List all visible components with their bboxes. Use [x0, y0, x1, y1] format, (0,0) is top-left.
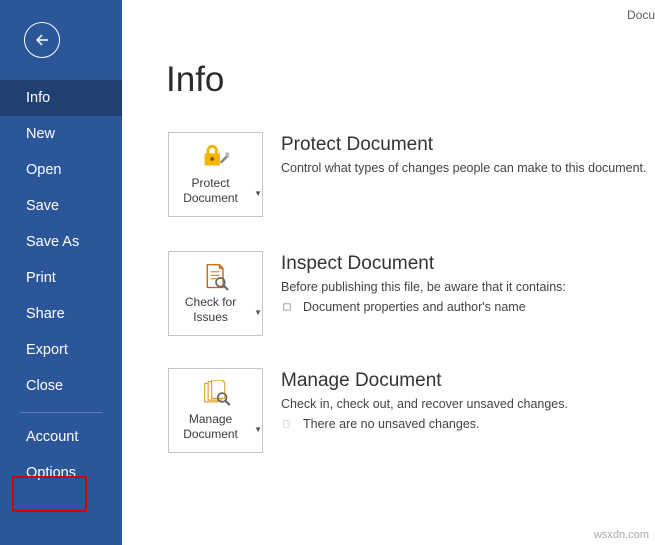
- nav-label: Print: [26, 270, 56, 286]
- nav-label: Close: [26, 378, 63, 394]
- nav-item-options[interactable]: Options: [0, 455, 122, 491]
- nav-label: Save: [26, 198, 59, 214]
- bullet-row: There are no unsaved changes.: [281, 417, 568, 431]
- card-label: Protect Document ▼: [169, 176, 262, 206]
- nav-label: Share: [26, 306, 65, 322]
- bullet-text: Document properties and author's name: [303, 300, 526, 314]
- check-for-issues-button[interactable]: Check for Issues ▼: [168, 251, 263, 336]
- manage-document-button[interactable]: Manage Document ▼: [168, 368, 263, 453]
- section-title: Protect Document: [281, 134, 647, 156]
- section-desc: Control what types of changes people can…: [281, 159, 647, 178]
- chevron-down-icon: ▼: [254, 425, 262, 435]
- section-protect: Protect Document ▼ Protect Document Cont…: [168, 132, 647, 217]
- back-button[interactable]: [24, 22, 60, 58]
- lock-key-icon: [201, 143, 231, 173]
- nav-divider: [20, 412, 102, 413]
- section-text: Inspect Document Before publishing this …: [281, 251, 566, 314]
- nav-label: Account: [26, 429, 78, 445]
- nav-item-print[interactable]: Print: [0, 260, 122, 296]
- card-label: Check for Issues ▼: [169, 295, 262, 325]
- nav-label: Open: [26, 162, 61, 178]
- chevron-down-icon: ▼: [254, 308, 262, 318]
- section-title: Inspect Document: [281, 253, 566, 275]
- doc-title-partial: Docu: [627, 8, 655, 22]
- page-title: Info: [166, 60, 655, 100]
- nav-label: New: [26, 126, 55, 142]
- nav-item-close[interactable]: Close: [0, 368, 122, 404]
- nav-item-account[interactable]: Account: [0, 419, 122, 455]
- document-search-icon: [202, 262, 230, 292]
- nav-item-share[interactable]: Share: [0, 296, 122, 332]
- nav-item-open[interactable]: Open: [0, 152, 122, 188]
- section-manage: Manage Document ▼ Manage Document Check …: [168, 368, 647, 453]
- section-text: Protect Document Control what types of c…: [281, 132, 647, 178]
- nav-item-save-as[interactable]: Save As: [0, 224, 122, 260]
- doc-bullet-icon: [283, 420, 291, 428]
- nav-item-export[interactable]: Export: [0, 332, 122, 368]
- documents-search-icon: [201, 379, 231, 409]
- nav-item-save[interactable]: Save: [0, 188, 122, 224]
- back-arrow-icon: [33, 31, 51, 49]
- nav-item-info[interactable]: Info: [0, 80, 122, 116]
- nav-label: Options: [26, 465, 76, 481]
- section-desc: Before publishing this file, be aware th…: [281, 278, 566, 297]
- sidebar: Info New Open Save Save As Print Share E…: [0, 0, 122, 545]
- nav-list: Info New Open Save Save As Print Share E…: [0, 80, 122, 491]
- bullet-row: Document properties and author's name: [281, 300, 566, 314]
- main-area: Docu Info Protect Document ▼ Protect Doc…: [122, 0, 655, 545]
- chevron-down-icon: ▼: [254, 189, 262, 199]
- bullet-text: There are no unsaved changes.: [303, 417, 480, 431]
- nav-label: Info: [26, 90, 50, 106]
- square-bullet-icon: [283, 303, 291, 311]
- nav-label: Export: [26, 342, 68, 358]
- section-inspect: Check for Issues ▼ Inspect Document Befo…: [168, 251, 647, 336]
- card-label: Manage Document ▼: [169, 412, 262, 442]
- section-text: Manage Document Check in, check out, and…: [281, 368, 568, 431]
- protect-document-button[interactable]: Protect Document ▼: [168, 132, 263, 217]
- section-title: Manage Document: [281, 370, 568, 392]
- watermark: wsxdn.com: [594, 529, 649, 541]
- nav-label: Save As: [26, 234, 79, 250]
- section-desc: Check in, check out, and recover unsaved…: [281, 395, 568, 414]
- nav-item-new[interactable]: New: [0, 116, 122, 152]
